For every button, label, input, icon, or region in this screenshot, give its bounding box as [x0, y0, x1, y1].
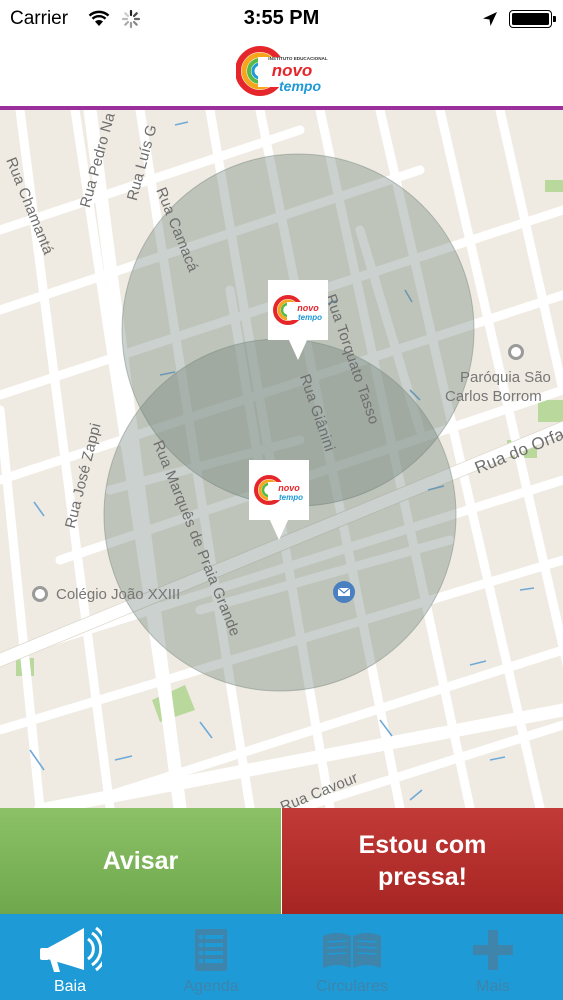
open-book-icon: [282, 922, 422, 978]
tab-mais[interactable]: Mais: [423, 914, 563, 1000]
svg-text:tempo: tempo: [279, 493, 303, 502]
tab-agenda[interactable]: Agenda: [141, 914, 281, 1000]
church-label: Paróquia São: [460, 369, 551, 386]
novo-tempo-logo-icon: novo tempo: [254, 475, 306, 505]
tab-bar: Baia Agenda Circulares Mais: [0, 914, 563, 1000]
tab-label: Circulares: [315, 978, 388, 995]
megaphone-icon: [0, 922, 140, 978]
pressa-label-line1: Estou com: [358, 831, 487, 859]
school-label: Colégio João XXIII: [56, 586, 181, 603]
tab-baia[interactable]: Baia: [0, 914, 140, 1000]
agenda-list-icon: [141, 922, 281, 978]
church-label-line2: Carlos Borrom: [445, 388, 542, 405]
app-header: INSTITUTO EDUCACIONAL novo tempo: [0, 38, 563, 110]
svg-text:tempo: tempo: [279, 78, 321, 94]
plus-icon: [423, 922, 563, 978]
svg-text:tempo: tempo: [298, 313, 322, 322]
battery-fill: [512, 13, 549, 25]
church-poi-icon: [508, 344, 524, 360]
tab-label: Agenda: [183, 978, 239, 995]
action-buttons: Avisar Estou com pressa!: [0, 808, 563, 914]
battery-icon: [509, 10, 556, 28]
estou-com-pressa-button[interactable]: Estou com pressa!: [282, 808, 563, 914]
map-pin-novo-tempo[interactable]: novo tempo: [268, 280, 328, 360]
tab-label: Baia: [53, 978, 87, 995]
school-poi-icon: [32, 586, 48, 602]
map-view[interactable]: Rua Pedro Na Rua Luís G Rua Chamantá Rua…: [0, 110, 563, 808]
novo-tempo-logo-icon: novo tempo: [273, 295, 325, 325]
clock-time: 3:55 PM: [243, 7, 320, 29]
avisar-label: Avisar: [102, 847, 179, 875]
svg-text:novo: novo: [278, 483, 300, 493]
tab-label: Mais: [476, 978, 510, 995]
post-office-icon: [333, 581, 355, 603]
tab-circulares[interactable]: Circulares: [282, 914, 422, 1000]
pressa-label-line2: pressa!: [378, 863, 467, 891]
location-arrow-icon: [482, 11, 498, 32]
avisar-button[interactable]: Avisar: [0, 808, 281, 914]
map-pin-novo-tempo[interactable]: novo tempo: [249, 460, 309, 540]
status-bar: Carrier 3:55 PM: [0, 0, 563, 38]
novo-tempo-logo: INSTITUTO EDUCACIONAL novo tempo: [235, 43, 328, 104]
svg-text:novo: novo: [297, 303, 319, 313]
